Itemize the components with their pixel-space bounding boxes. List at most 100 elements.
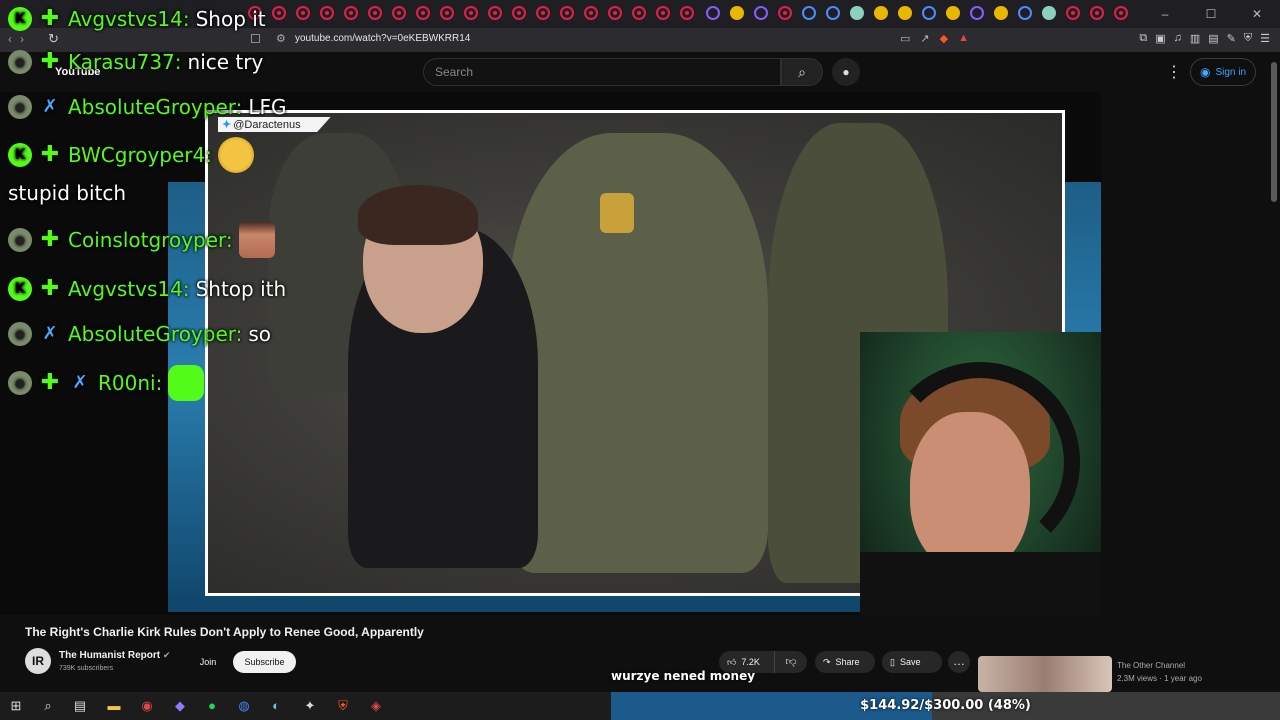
chat-username: Karasu737: (68, 50, 182, 74)
address-bar-actions: ▭ ↗ ◆ ▲ (900, 32, 969, 45)
media-icon[interactable]: ♫ (1174, 32, 1182, 45)
chat-username: Avgvstvs14: (68, 7, 190, 31)
shield-icon[interactable]: ◆ (940, 32, 948, 45)
kick-badge-icon: K (8, 7, 32, 31)
maximize-button[interactable]: ☐ (1188, 0, 1234, 28)
tab-favicon[interactable] (874, 6, 888, 20)
channel-avatar[interactable]: IR (25, 648, 51, 674)
tab-favicon[interactable] (850, 6, 864, 20)
chat-text: nice try (187, 50, 264, 74)
discord-icon[interactable]: ◆ (170, 696, 190, 716)
task-view-icon[interactable]: ▤ (70, 696, 90, 716)
extensions-icon[interactable]: ⧉ (1139, 32, 1147, 45)
channel-name[interactable]: The Humanist Report (59, 650, 160, 661)
tab-favicon[interactable] (440, 6, 454, 20)
tab-favicon[interactable] (826, 6, 840, 20)
sidebar-icon[interactable]: ▥ (1190, 32, 1200, 45)
share-button[interactable]: ↷ Share (815, 651, 875, 673)
tab-favicon[interactable] (754, 6, 768, 20)
voice-search-button[interactable]: ● (832, 58, 860, 86)
tab-favicon[interactable] (488, 6, 502, 20)
tab-favicon[interactable] (632, 6, 646, 20)
tab-favicon[interactable] (1018, 6, 1032, 20)
app-icon[interactable]: ✦ (300, 696, 320, 716)
tab-favicon[interactable] (730, 6, 744, 20)
screenshot-icon[interactable]: ▭ (900, 32, 910, 45)
share-page-icon[interactable]: ↗ (920, 32, 929, 45)
tab-favicon[interactable] (512, 6, 526, 20)
streamer-webcam (860, 332, 1101, 615)
save-button[interactable]: ▯ Save (882, 651, 942, 673)
scrollbar-thumb[interactable] (1271, 62, 1277, 202)
chrome-icon[interactable]: ◍ (234, 696, 254, 716)
site-info-icon[interactable]: ⚙ (276, 32, 286, 45)
more-actions-button[interactable]: … (948, 651, 970, 673)
more-options-icon[interactable]: ⋮ (1166, 62, 1182, 82)
tab-favicon[interactable] (898, 6, 912, 20)
user-avatar-icon: ◉ (8, 95, 32, 119)
account-icon: ◉ (1199, 65, 1211, 79)
tab-favicon[interactable] (778, 6, 792, 20)
tab-favicon[interactable] (536, 6, 550, 20)
tab-favicon[interactable] (1114, 6, 1128, 20)
sign-in-button[interactable]: ◉ Sign in (1190, 58, 1256, 86)
tab-favicon[interactable] (416, 6, 430, 20)
sign-in-label: Sign in (1215, 66, 1247, 78)
suggested-video-thumbnail[interactable] (978, 656, 1112, 692)
minimize-button[interactable]: – (1142, 0, 1188, 28)
tab-favicon[interactable] (922, 6, 936, 20)
obs-icon[interactable]: ◉ (137, 696, 157, 716)
suggested-video-channel[interactable]: The Other Channel (1117, 661, 1185, 670)
search-button[interactable]: ⌕ (781, 58, 823, 86)
tab-favicon[interactable] (560, 6, 574, 20)
subscribe-button[interactable]: Subscribe (233, 651, 296, 673)
tab-favicon[interactable] (296, 6, 310, 20)
tab-favicon[interactable] (464, 6, 478, 20)
file-explorer-icon[interactable]: ▬ (104, 696, 124, 716)
tab-favicon[interactable] (994, 6, 1008, 20)
page-scrollbar[interactable] (1270, 58, 1278, 698)
tab-favicon[interactable] (1042, 6, 1056, 20)
tab-favicon[interactable] (946, 6, 960, 20)
face-emote (238, 222, 275, 258)
tab-favicon[interactable] (706, 6, 720, 20)
shield-icon[interactable]: ⛨ (1244, 32, 1252, 45)
downloads-icon[interactable]: ▣ (1155, 32, 1165, 45)
chat-message: ◉ ✗ AbsoluteGroyper: LFG (8, 90, 287, 124)
tab-favicon[interactable] (368, 6, 382, 20)
menu-icon[interactable]: ☰ (1260, 32, 1270, 45)
tab-favicon[interactable] (802, 6, 816, 20)
wallet-icon[interactable]: ▤ (1208, 32, 1218, 45)
tab-favicon[interactable] (1090, 6, 1104, 20)
search-icon: ⌕ (798, 64, 806, 80)
search-input[interactable]: Search (423, 58, 781, 86)
close-button[interactable]: ✕ (1234, 0, 1280, 28)
search-icon[interactable]: ⌕ (38, 696, 58, 716)
tab-favicon[interactable] (970, 6, 984, 20)
tab-favicon[interactable] (680, 6, 694, 20)
tab-favicon[interactable] (392, 6, 406, 20)
sword-badge-icon: ✗ (42, 323, 58, 344)
tab-favicon[interactable] (272, 6, 286, 20)
brave-icon[interactable]: ⛨ (333, 696, 353, 716)
chat-message: K ✚ Avgvstvs14: Shop it (8, 2, 266, 36)
rewards-icon[interactable]: ▲ (958, 32, 969, 45)
windows-start-icon[interactable]: ⊞ (6, 696, 26, 716)
chat-text: Shtop ith (195, 277, 287, 301)
tab-favicon[interactable] (608, 6, 622, 20)
spotify-icon[interactable]: ● (202, 696, 222, 716)
tab-favicon[interactable] (344, 6, 358, 20)
url-field[interactable]: youtube.com/watch?v=0eKEBWKRR14 (295, 33, 470, 44)
join-button[interactable]: Join (193, 651, 223, 673)
chat-username: Coinslotgroyper: (68, 228, 233, 252)
app-icon[interactable]: ◈ (366, 696, 386, 716)
tab-favicon[interactable] (1066, 6, 1080, 20)
tab-favicon[interactable] (656, 6, 670, 20)
subscriber-count: 739K subscribers (59, 665, 114, 672)
steam-icon[interactable]: ◐ (266, 696, 286, 716)
user-avatar-icon: ◉ (8, 50, 32, 74)
tab-favicon[interactable] (320, 6, 334, 20)
tab-favicon[interactable] (584, 6, 598, 20)
vpn-icon[interactable]: ✎ (1227, 32, 1236, 45)
dislike-button[interactable]: 👎︎ (775, 651, 807, 673)
